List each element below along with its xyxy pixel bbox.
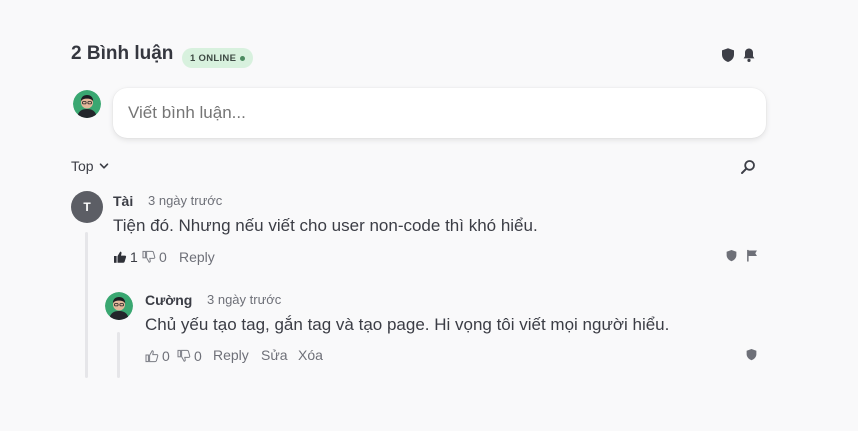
dislike-button[interactable]: 0 — [177, 348, 202, 364]
avatar — [105, 292, 133, 320]
dislike-count: 0 — [194, 348, 202, 364]
online-badge: 1 ONLINE — [182, 48, 254, 68]
edit-button[interactable]: Sửa — [261, 347, 288, 363]
thumb-up-icon — [145, 350, 159, 363]
thumb-up-icon — [114, 251, 127, 263]
avatar: T — [71, 191, 103, 223]
thumb-down-icon — [177, 349, 191, 362]
like-count: 1 — [130, 249, 138, 265]
shield-icon[interactable] — [720, 47, 736, 63]
sort-label: Top — [71, 158, 94, 174]
comment-time[interactable]: 3 ngày trước — [148, 193, 222, 208]
dislike-count: 0 — [159, 249, 167, 265]
comment-author[interactable]: Tài — [113, 193, 133, 209]
thread-line — [117, 332, 120, 378]
like-button[interactable]: 1 — [113, 249, 138, 265]
like-count: 0 — [162, 348, 170, 364]
thread-line — [85, 232, 88, 378]
reply-button[interactable]: Reply — [213, 347, 249, 363]
bell-icon[interactable] — [741, 47, 757, 63]
comment-text: Chủ yếu tạo tag, gắn tag và tạo page. Hi… — [145, 315, 670, 334]
comments-title: 2 Bình luận — [71, 43, 174, 64]
comment-input[interactable] — [113, 88, 766, 138]
delete-button[interactable]: Xóa — [298, 347, 323, 363]
online-dot-icon — [240, 55, 246, 61]
current-user-avatar — [73, 90, 101, 118]
online-badge-label: 1 ONLINE — [190, 52, 237, 64]
comment-author[interactable]: Cường — [145, 292, 192, 308]
chevron-down-icon — [99, 163, 108, 169]
flag-icon[interactable] — [746, 249, 759, 262]
dislike-button[interactable]: 0 — [142, 249, 167, 265]
search-icon[interactable] — [740, 159, 756, 175]
reply-button[interactable]: Reply — [179, 249, 215, 265]
shield-icon[interactable] — [745, 348, 758, 361]
thumb-down-icon — [142, 250, 156, 263]
sort-dropdown[interactable]: Top — [71, 158, 109, 174]
shield-icon[interactable] — [725, 249, 738, 262]
like-button[interactable]: 0 — [145, 348, 170, 364]
comment-text: Tiện đó. Nhưng nếu viết cho user non-cod… — [113, 216, 538, 235]
comment-time[interactable]: 3 ngày trước — [207, 292, 281, 307]
